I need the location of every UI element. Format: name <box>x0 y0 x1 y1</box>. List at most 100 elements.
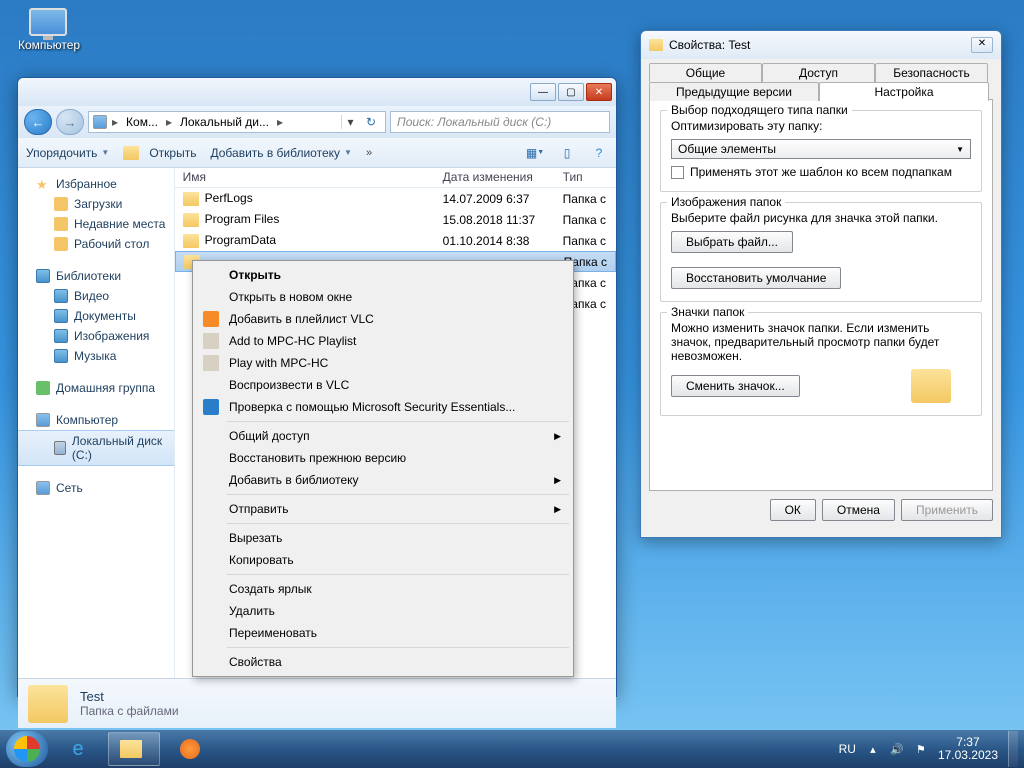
ctx-open-new-window[interactable]: Открыть в новом окне <box>195 286 571 308</box>
folder-icons-group: Значки папок Можно изменить значок папки… <box>660 312 982 416</box>
crumb-1[interactable]: Ком... <box>123 115 161 129</box>
ctx-mpc-play[interactable]: Play with MPC-HC <box>195 352 571 374</box>
change-icon-button[interactable]: Сменить значок... <box>671 375 800 397</box>
refresh-button[interactable]: ↻ <box>361 115 381 129</box>
tray-up-icon[interactable]: ▴ <box>866 742 880 756</box>
nav-localdisk[interactable]: Локальный диск (C:) <box>18 430 174 466</box>
desktop-icon-label: Компьютер <box>18 38 78 52</box>
help-button[interactable]: ? <box>590 144 608 162</box>
close-button[interactable]: ✕ <box>586 83 612 101</box>
nav-favorites[interactable]: ★Избранное <box>18 174 174 194</box>
tab-body: Выбор подходящего типа папки Оптимизиров… <box>649 99 993 491</box>
nav-documents[interactable]: Документы <box>18 306 174 326</box>
add-to-library-button[interactable]: Добавить в библиотеку▼ <box>210 146 351 160</box>
file-row[interactable]: ProgramData01.10.2014 8:38Папка с <box>175 230 616 251</box>
action-center-icon[interactable]: ⚑ <box>914 742 928 756</box>
taskbar-wmp[interactable] <box>164 732 216 766</box>
explorer-titlebar[interactable]: — ▢ ✕ <box>18 78 616 106</box>
organize-button[interactable]: Упорядочить▼ <box>26 146 109 160</box>
ctx-open[interactable]: Открыть <box>195 264 571 286</box>
icon-text: Можно изменить значок папки. Если измени… <box>671 321 971 363</box>
nav-libraries[interactable]: Библиотеки <box>18 266 174 286</box>
clock[interactable]: 7:37 17.03.2023 <box>938 736 998 762</box>
folder-icon <box>649 39 663 51</box>
tab-sharing[interactable]: Доступ <box>762 63 875 82</box>
apply-button[interactable]: Применить <box>901 499 993 521</box>
column-headers[interactable]: Имя Дата изменения Тип <box>175 168 616 188</box>
toolbar-overflow[interactable]: » <box>366 147 372 159</box>
apply-subfolders-checkbox[interactable] <box>671 166 684 179</box>
col-date[interactable]: Дата изменения <box>435 168 555 187</box>
nav-video[interactable]: Видео <box>18 286 174 306</box>
nav-recent[interactable]: Недавние места <box>18 214 174 234</box>
ctx-sendto[interactable]: Отправить▶ <box>195 498 571 520</box>
nav-computer[interactable]: Компьютер <box>18 410 174 430</box>
tab-security[interactable]: Безопасность <box>875 63 988 82</box>
volume-icon[interactable]: 🔊 <box>890 742 904 756</box>
ok-button[interactable]: ОК <box>770 499 816 521</box>
chevron-right-icon[interactable]: ▸ <box>274 115 286 129</box>
taskbar-ie[interactable]: e <box>52 732 104 766</box>
nav-downloads[interactable]: Загрузки <box>18 194 174 214</box>
nav-music[interactable]: Музыка <box>18 346 174 366</box>
nav-desktop[interactable]: Рабочий стол <box>18 234 174 254</box>
tab-previous-versions[interactable]: Предыдущие версии <box>649 82 819 101</box>
chevron-right-icon[interactable]: ▸ <box>109 115 121 129</box>
restore-default-button[interactable]: Восстановить умолчание <box>671 267 841 289</box>
search-input[interactable]: Поиск: Локальный диск (C:) <box>390 111 610 133</box>
details-title: Test <box>80 689 179 704</box>
nav-homegroup[interactable]: Домашняя группа <box>18 378 174 398</box>
computer-icon <box>93 115 107 129</box>
ctx-copy[interactable]: Копировать <box>195 549 571 571</box>
choose-file-button[interactable]: Выбрать файл... <box>671 231 793 253</box>
ctx-vlc-play[interactable]: Воспроизвести в VLC <box>195 374 571 396</box>
col-name[interactable]: Имя <box>175 168 435 187</box>
ctx-mpc-add[interactable]: Add to MPC-HC Playlist <box>195 330 571 352</box>
preview-pane-button[interactable]: ▯ <box>558 144 576 162</box>
start-button[interactable] <box>6 731 48 767</box>
col-type[interactable]: Тип <box>555 168 616 187</box>
ctx-add-library[interactable]: Добавить в библиотеку▶ <box>195 469 571 491</box>
ctx-cut[interactable]: Вырезать <box>195 527 571 549</box>
taskbar: e RU ▴ 🔊 ⚑ 7:37 17.03.2023 <box>0 730 1024 768</box>
ctx-rename[interactable]: Переименовать <box>195 622 571 644</box>
wmp-icon <box>180 739 200 759</box>
file-row[interactable]: Program Files15.08.2018 11:37Папка с <box>175 209 616 230</box>
breadcrumb-dropdown[interactable]: ▾ <box>341 115 359 129</box>
dialog-titlebar[interactable]: Свойства: Test ✕ <box>641 31 1001 59</box>
ctx-delete[interactable]: Удалить <box>195 600 571 622</box>
ctx-vlc-add[interactable]: Добавить в плейлист VLC <box>195 308 571 330</box>
star-icon: ★ <box>36 177 50 191</box>
crumb-2[interactable]: Локальный ди... <box>177 115 272 129</box>
cancel-button[interactable]: Отмена <box>822 499 895 521</box>
language-indicator[interactable]: RU <box>839 742 856 756</box>
close-button[interactable]: ✕ <box>971 37 993 53</box>
ctx-properties[interactable]: Свойства <box>195 651 571 673</box>
file-row[interactable]: PerfLogs14.07.2009 6:37Папка с <box>175 188 616 209</box>
ctx-create-shortcut[interactable]: Создать ярлык <box>195 578 571 600</box>
tab-customize[interactable]: Настройка <box>819 82 989 101</box>
forward-button[interactable]: → <box>56 109 84 135</box>
view-options-button[interactable]: ▦▼ <box>526 144 544 162</box>
nav-network[interactable]: Сеть <box>18 478 174 498</box>
ctx-restore-version[interactable]: Восстановить прежнюю версию <box>195 447 571 469</box>
open-button[interactable]: Открыть <box>123 146 196 160</box>
group-legend: Выбор подходящего типа папки <box>667 103 852 117</box>
tab-strip: Общие Доступ Безопасность Предыдущие вер… <box>641 59 1001 99</box>
tab-general[interactable]: Общие <box>649 63 762 82</box>
desktop-icon-computer[interactable]: Компьютер <box>18 8 78 52</box>
breadcrumb[interactable]: ▸ Ком... ▸ Локальный ди... ▸ ▾ ↻ <box>88 111 386 133</box>
ctx-mse-scan[interactable]: Проверка с помощью Microsoft Security Es… <box>195 396 571 418</box>
show-desktop-button[interactable] <box>1008 731 1018 767</box>
taskbar-explorer[interactable] <box>108 732 160 766</box>
chevron-right-icon[interactable]: ▸ <box>163 115 175 129</box>
minimize-button[interactable]: — <box>530 83 556 101</box>
shield-icon <box>203 399 219 415</box>
nav-pictures[interactable]: Изображения <box>18 326 174 346</box>
folder-icon <box>183 234 199 248</box>
back-button[interactable]: ← <box>24 109 52 135</box>
optimize-combo[interactable]: Общие элементы▼ <box>671 139 971 159</box>
folder-icon <box>911 369 951 403</box>
ctx-share[interactable]: Общий доступ▶ <box>195 425 571 447</box>
maximize-button[interactable]: ▢ <box>558 83 584 101</box>
